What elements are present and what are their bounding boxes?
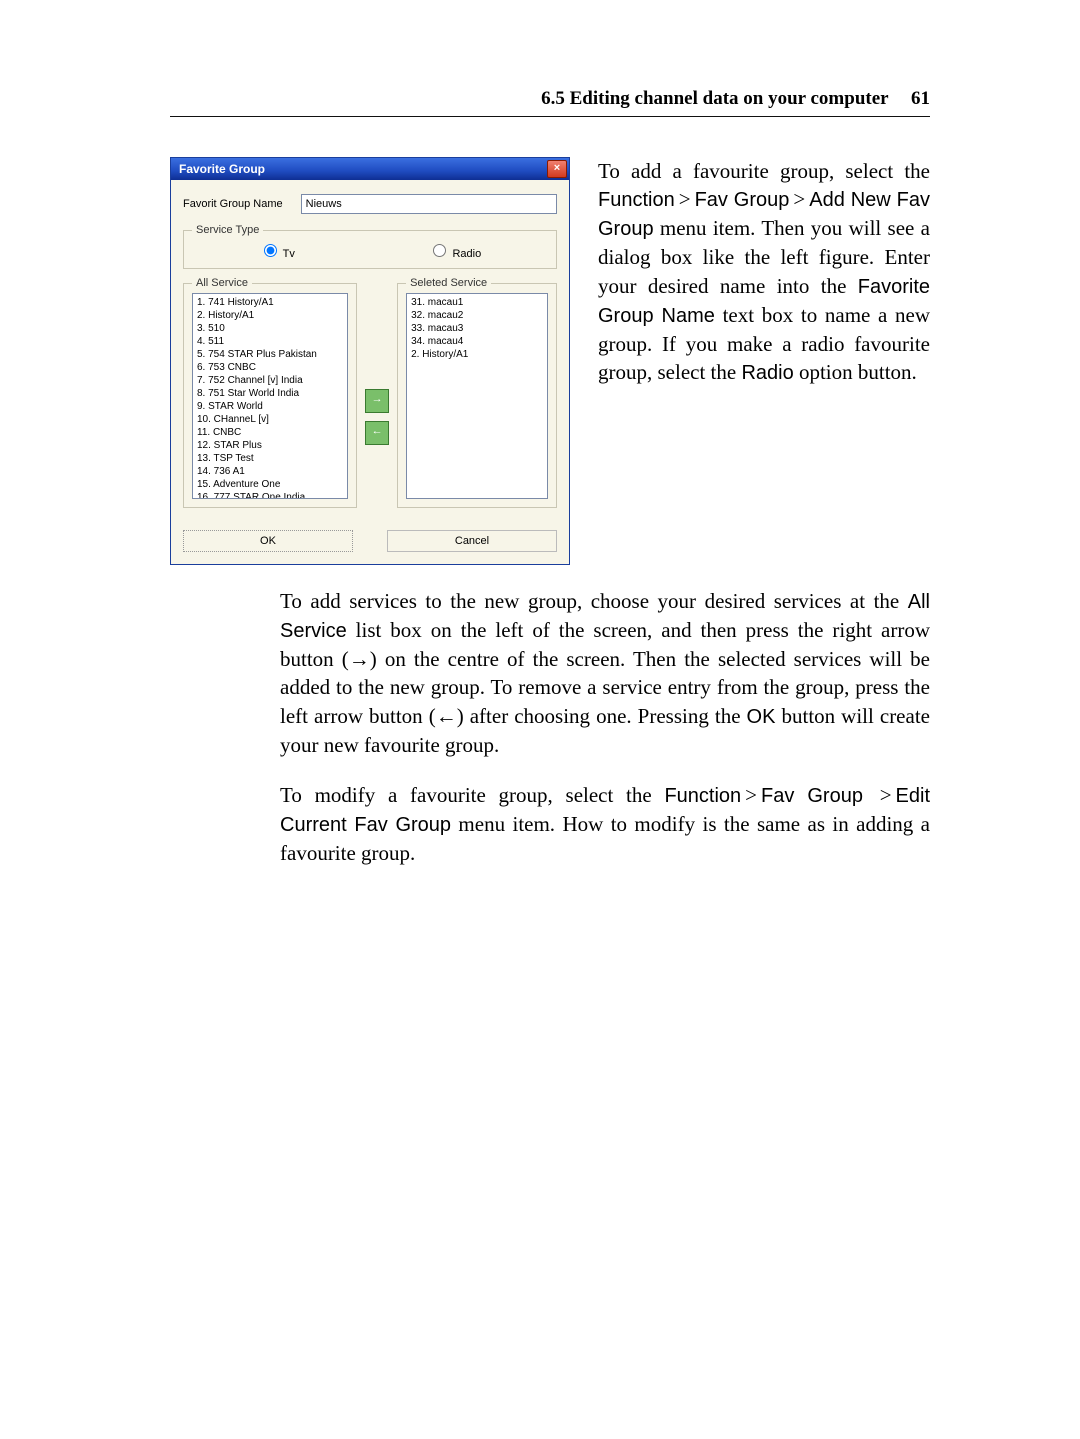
term-fav-group: Fav Group [695, 189, 790, 211]
list-item[interactable]: 33. macau3 [411, 322, 543, 335]
list-item[interactable]: 1. 741 History/A1 [197, 296, 343, 309]
list-item[interactable]: 5. 754 STAR Plus Pakistan [197, 348, 343, 361]
list-item[interactable]: 13. TSP Test [197, 452, 343, 465]
list-item[interactable]: 9. STAR World [197, 400, 343, 413]
list-item[interactable]: 12. STAR Plus [197, 439, 343, 452]
list-item[interactable]: 16. 777 STAR One India [197, 491, 343, 499]
group-name-label: Favorit Group Name [183, 198, 283, 210]
radio-radio[interactable]: Radio [428, 241, 481, 260]
list-item[interactable]: 7. 752 Channel [v] India [197, 374, 343, 387]
selected-service-listbox[interactable]: 31. macau132. macau233. macau334. macau4… [406, 293, 548, 499]
arrow-right-button[interactable]: → [365, 389, 389, 413]
body-paragraph-3: To modify a favourite group, select the … [280, 781, 930, 867]
list-item[interactable]: 2. History/A1 [197, 309, 343, 322]
service-type-fieldset: Service Type Tv Radio [183, 224, 557, 269]
list-item[interactable]: 6. 753 CNBC [197, 361, 343, 374]
list-item[interactable]: 3. 510 [197, 322, 343, 335]
side-paragraph-1: To add a favourite group, select the Fun… [598, 157, 930, 565]
list-item[interactable]: 8. 751 Star World India [197, 387, 343, 400]
all-service-legend: All Service [192, 277, 252, 289]
list-item[interactable]: 11. CNBC [197, 426, 343, 439]
list-item[interactable]: 10. CHanneL [v] [197, 413, 343, 426]
radio-tv[interactable]: Tv [259, 241, 295, 260]
arrow-left-button[interactable]: ← [365, 421, 389, 445]
body-paragraph-2: To add services to the new group, choose… [280, 587, 930, 759]
all-service-fieldset: All Service 1. 741 History/A12. History/… [183, 277, 357, 508]
favorite-group-dialog-figure: Favorite Group × Favorit Group Name Serv… [170, 157, 570, 565]
term-ok: OK [747, 706, 776, 728]
term-function-2: Function [664, 785, 741, 807]
term-radio: Radio [741, 362, 793, 384]
selected-service-fieldset: Seleted Service 31. macau132. macau233. … [397, 277, 557, 508]
term-fav-group-2: Fav Group [761, 785, 863, 807]
list-item[interactable]: 32. macau2 [411, 309, 543, 322]
list-item[interactable]: 31. macau1 [411, 296, 543, 309]
list-item[interactable]: 2. History/A1 [411, 348, 543, 361]
page-header: 6.5 Editing channel data on your compute… [170, 88, 930, 117]
term-function: Function [598, 189, 675, 211]
list-item[interactable]: 4. 511 [197, 335, 343, 348]
list-item[interactable]: 14. 736 A1 [197, 465, 343, 478]
ok-button[interactable]: OK [183, 530, 353, 552]
section-title: 6.5 Editing channel data on your compute… [541, 88, 888, 109]
close-icon[interactable]: × [547, 160, 567, 178]
cancel-button[interactable]: Cancel [387, 530, 557, 552]
page-number: 61 [911, 88, 930, 109]
all-service-listbox[interactable]: 1. 741 History/A12. History/A13. 5104. 5… [192, 293, 348, 499]
dialog-titlebar: Favorite Group × [171, 158, 569, 180]
selected-service-legend: Seleted Service [406, 277, 491, 289]
service-type-legend: Service Type [192, 224, 263, 236]
list-item[interactable]: 15. Adventure One [197, 478, 343, 491]
list-item[interactable]: 34. macau4 [411, 335, 543, 348]
dialog-title: Favorite Group [179, 162, 265, 176]
group-name-input[interactable] [301, 194, 557, 214]
